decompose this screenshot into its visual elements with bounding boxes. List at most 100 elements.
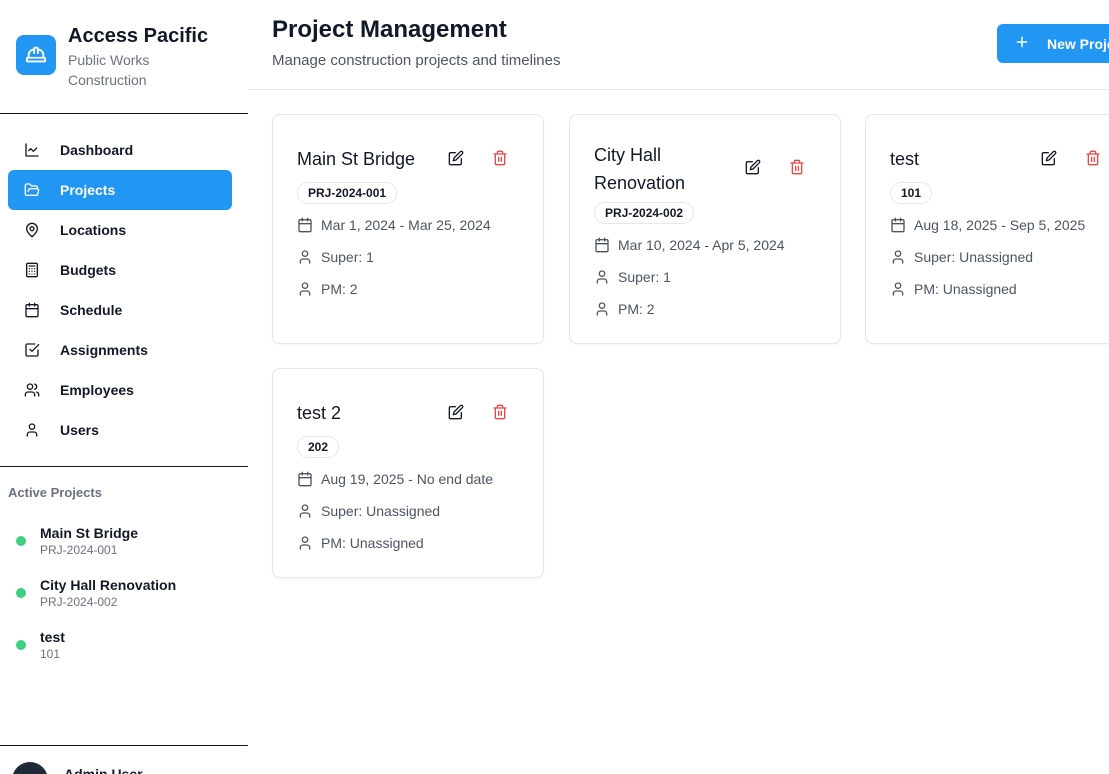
project-code-badge: PRJ-2024-002 (594, 202, 695, 224)
new-project-label: New Project (1047, 35, 1109, 52)
trash-icon[interactable] (489, 401, 511, 423)
project-card: City Hall Renovation PRJ-2024-002 Mar 10… (569, 114, 841, 344)
project-dates-text: Aug 18, 2025 - Sep 5, 2025 (914, 217, 1086, 233)
project-title: City Hall Renovation (594, 145, 686, 193)
active-projects-list: Main St Bridge PRJ-2024-001 City Hall Re… (16, 524, 236, 680)
sidebar-divider (0, 745, 248, 746)
project-title: test 2 (297, 403, 342, 423)
user-icon (594, 269, 610, 285)
user-icon (297, 535, 313, 551)
project-pm-text: PM: 2 (618, 301, 655, 317)
project-pm-text: PM: 2 (321, 281, 358, 297)
user-icon (297, 503, 313, 519)
project-super-text: Super: 1 (618, 269, 671, 285)
main-content: Project Management Manage construction p… (248, 0, 1109, 774)
user-icon (297, 281, 313, 297)
active-project-item[interactable]: Main St Bridge PRJ-2024-001 (16, 524, 236, 576)
project-dates-text: Mar 1, 2024 - Mar 25, 2024 (321, 217, 491, 233)
active-project-name: test (40, 629, 65, 645)
user-icon (24, 422, 40, 438)
user-icon (594, 301, 610, 317)
user-icon (890, 249, 906, 265)
map-pin-icon (24, 222, 40, 238)
user-profile[interactable]: Admin User (12, 762, 143, 774)
trash-icon[interactable] (1082, 147, 1104, 169)
sidebar-item-dashboard[interactable]: Dashboard (8, 130, 232, 170)
active-project-name: City Hall Renovation (40, 577, 177, 593)
sidebar-divider (0, 113, 248, 114)
trash-icon[interactable] (786, 156, 808, 178)
project-pm: PM: 2 (594, 301, 655, 317)
sidebar-item-label: Projects (60, 182, 116, 198)
status-dot (16, 588, 26, 598)
project-dates-text: Mar 10, 2024 - Apr 5, 2024 (618, 237, 785, 253)
sidebar-item-label: Dashboard (60, 142, 134, 158)
sidebar-item-projects[interactable]: Projects (8, 170, 232, 210)
sidebar-item-label: Users (60, 422, 99, 438)
active-project-code: PRJ-2024-001 (40, 543, 118, 557)
calendar-icon (297, 471, 313, 487)
sidebar-divider (0, 466, 248, 467)
user-icon (297, 249, 313, 265)
project-title: test (890, 149, 920, 169)
sidebar-item-locations[interactable]: Locations (8, 210, 232, 250)
sidebar-item-schedule[interactable]: Schedule (8, 290, 232, 330)
status-dot (16, 536, 26, 546)
project-pm-text: PM: Unassigned (914, 281, 1017, 297)
brand: Access Pacific Public Works Construction (16, 22, 208, 90)
project-super-text: Super: Unassigned (914, 249, 1034, 265)
project-code-badge: 202 (297, 436, 340, 458)
page-title: Project Management (272, 16, 507, 43)
edit-icon[interactable] (742, 156, 764, 178)
project-card: Main St Bridge PRJ-2024-001 Mar 1, 2024 … (272, 114, 544, 344)
project-pm-text: PM: Unassigned (321, 535, 424, 551)
sidebar-item-employees[interactable]: Employees (8, 370, 232, 410)
sidebar-item-budgets[interactable]: Budgets (8, 250, 232, 290)
trash-icon[interactable] (489, 147, 511, 169)
user-name: Admin User (64, 766, 143, 774)
calendar-icon (297, 217, 313, 233)
sidebar-nav: Dashboard Projects Locations Budgets Sch… (8, 130, 232, 450)
project-code-badge: 101 (890, 182, 933, 204)
edit-icon[interactable] (1038, 147, 1060, 169)
project-card: test 101 Aug 18, 2025 - Sep 5, 2025 Supe… (865, 114, 1109, 344)
sidebar-item-users[interactable]: Users (8, 410, 232, 450)
hard-hat-icon (16, 35, 56, 75)
project-super-text: Super: Unassigned (321, 503, 441, 519)
new-project-button[interactable]: New Project (997, 24, 1109, 63)
status-dot (16, 640, 26, 650)
active-project-name: Main St Bridge (40, 525, 139, 541)
project-title: Main St Bridge (297, 149, 416, 169)
calculator-icon (24, 262, 40, 278)
project-dates: Aug 18, 2025 - Sep 5, 2025 (890, 217, 1085, 233)
project-dates-text: Aug 19, 2025 - No end date (321, 471, 494, 487)
brand-subtitle: Public Works Construction (68, 52, 150, 88)
sidebar-item-label: Schedule (60, 302, 123, 318)
brand-name: Access Pacific (68, 25, 209, 47)
project-dates: Mar 1, 2024 - Mar 25, 2024 (297, 217, 491, 233)
sidebar-item-assignments[interactable]: Assignments (8, 330, 232, 370)
active-project-item[interactable]: City Hall Renovation PRJ-2024-002 (16, 576, 236, 628)
calendar-icon (594, 237, 610, 253)
project-super: Super: 1 (297, 249, 374, 265)
folder-open-icon (24, 182, 40, 198)
calendar-icon (24, 302, 40, 318)
project-super: Super: Unassigned (890, 249, 1033, 265)
sidebar-item-label: Assignments (60, 342, 148, 358)
check-square-icon (24, 342, 40, 358)
sidebar-item-label: Employees (60, 382, 134, 398)
header-divider (248, 89, 1109, 90)
users-icon (24, 382, 40, 398)
sidebar: Access Pacific Public Works Construction… (0, 0, 248, 774)
plus-icon (1015, 35, 1029, 52)
sidebar-item-label: Budgets (60, 262, 116, 278)
project-code-badge: PRJ-2024-001 (297, 182, 398, 204)
project-dates: Mar 10, 2024 - Apr 5, 2024 (594, 237, 785, 253)
page-subtitle: Manage construction projects and timelin… (272, 52, 561, 69)
active-project-item[interactable]: test 101 (16, 628, 236, 680)
project-pm: PM: Unassigned (297, 535, 424, 551)
project-card: test 2 202 Aug 19, 2025 - No end date Su… (272, 368, 544, 578)
edit-icon[interactable] (445, 401, 467, 423)
project-super: Super: 1 (594, 269, 671, 285)
edit-icon[interactable] (445, 147, 467, 169)
